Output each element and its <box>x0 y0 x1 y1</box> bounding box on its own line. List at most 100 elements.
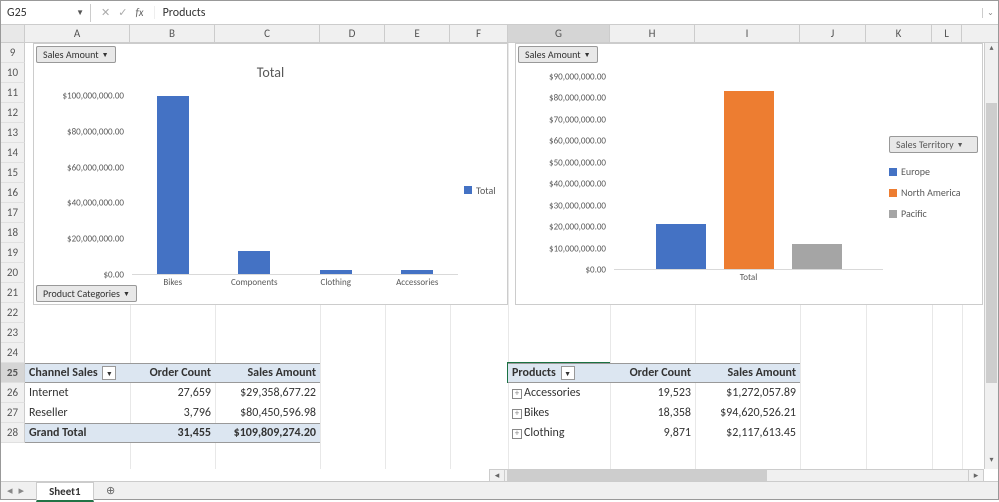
row-header-14[interactable]: 14 <box>1 143 25 163</box>
expand-icon[interactable]: + <box>512 389 522 399</box>
pivot-chart-2[interactable]: Sales Amount▼ $0.00$10,000,000.00$20,000… <box>515 43 983 305</box>
row-header-12[interactable]: 12 <box>1 103 25 123</box>
fx-icon[interactable]: fx <box>135 6 143 19</box>
table-cell[interactable]: $29,358,677.22 <box>215 386 320 400</box>
column-header-L[interactable]: L <box>932 25 962 42</box>
column-header-D[interactable]: D <box>320 25 385 42</box>
formula-input[interactable]: Products <box>155 4 982 22</box>
worksheet-grid[interactable]: 910111213141516171819202122232425262728 … <box>1 43 984 469</box>
table-cell[interactable]: +Clothing <box>508 426 610 440</box>
table-cell[interactable]: 9,871 <box>610 426 695 440</box>
table-cell[interactable]: 19,523 <box>610 386 695 400</box>
table-total-cell[interactable]: $109,809,274.20 <box>215 426 320 440</box>
table-cell[interactable]: +Accessories <box>508 386 610 400</box>
chevron-down-icon[interactable]: ▼ <box>76 8 84 18</box>
row-header-17[interactable]: 17 <box>1 203 25 223</box>
row-header-11[interactable]: 11 <box>1 83 25 103</box>
chart2-y-axis: $0.00$10,000,000.00$20,000,000.00$30,000… <box>520 66 610 270</box>
formula-bar-expand-icon[interactable]: ⌄ <box>982 8 998 18</box>
table-cell[interactable]: +Bikes <box>508 406 610 420</box>
new-sheet-button[interactable]: ⊕ <box>102 482 120 500</box>
row-header-28[interactable]: 28 <box>1 423 25 443</box>
table-header[interactable]: Sales Amount <box>215 366 320 380</box>
pivot-table-channel-sales[interactable]: Channel Sales ▼Order CountSales Amount In… <box>25 363 320 443</box>
select-all-corner[interactable] <box>1 25 25 42</box>
cells-area: Sales Amount▼ Total $0.00$20,000,000.00$… <box>25 43 984 469</box>
table-cell[interactable]: 18,358 <box>610 406 695 420</box>
name-box[interactable]: G25 ▼ <box>1 4 91 22</box>
table-cell[interactable]: 3,796 <box>130 406 215 420</box>
bar <box>401 270 433 274</box>
column-header-F[interactable]: F <box>450 25 508 42</box>
pivot-chart-1[interactable]: Sales Amount▼ Total $0.00$20,000,000.00$… <box>33 43 508 305</box>
column-header-B[interactable]: B <box>130 25 215 42</box>
column-header-C[interactable]: C <box>215 25 320 42</box>
column-header-J[interactable]: J <box>800 25 866 42</box>
expand-icon[interactable]: + <box>512 409 522 419</box>
table-header[interactable]: Channel Sales ▼ <box>25 366 130 381</box>
table-header[interactable]: Order Count <box>610 366 695 380</box>
scroll-up-icon[interactable]: ▴ <box>985 43 998 57</box>
bar <box>656 224 706 269</box>
column-header-K[interactable]: K <box>866 25 932 42</box>
row-header-10[interactable]: 10 <box>1 63 25 83</box>
column-header-H[interactable]: H <box>610 25 695 42</box>
chart1-title: Total <box>38 64 503 81</box>
table-header[interactable]: Sales Amount <box>695 366 800 380</box>
vertical-scrollbar[interactable]: ▴ ▾ <box>984 43 998 469</box>
column-header-A[interactable]: A <box>25 25 130 42</box>
table-cell[interactable]: $80,450,596.98 <box>215 406 320 420</box>
filter-dropdown-icon[interactable]: ▼ <box>102 366 116 380</box>
filter-dropdown-icon[interactable]: ▼ <box>561 366 575 380</box>
chart2-plot: $0.00$10,000,000.00$20,000,000.00$30,000… <box>520 66 883 290</box>
chart2-sales-amount-button[interactable]: Sales Amount▼ <box>518 46 598 63</box>
row-header-13[interactable]: 13 <box>1 123 25 143</box>
column-header-I[interactable]: I <box>695 25 800 42</box>
row-header-21[interactable]: 21 <box>1 283 25 303</box>
row-header-22[interactable]: 22 <box>1 303 25 323</box>
row-header-27[interactable]: 27 <box>1 403 25 423</box>
row-header-24[interactable]: 24 <box>1 343 25 363</box>
table-header[interactable]: Products ▼ <box>508 366 610 381</box>
scroll-down-icon[interactable]: ▾ <box>985 455 998 469</box>
prev-sheet-icon[interactable]: ◂ <box>7 484 13 497</box>
accept-icon[interactable]: ✓ <box>118 6 127 19</box>
table-cell[interactable]: $2,117,613.45 <box>695 426 800 440</box>
row-header-16[interactable]: 16 <box>1 183 25 203</box>
row-header-25[interactable]: 25 <box>1 363 25 383</box>
row-header-20[interactable]: 20 <box>1 263 25 283</box>
scroll-thumb[interactable] <box>986 103 997 383</box>
table-cell[interactable]: Reseller <box>25 406 130 420</box>
table-cell[interactable]: $94,620,526.21 <box>695 406 800 420</box>
row-header-26[interactable]: 26 <box>1 383 25 403</box>
row-header-23[interactable]: 23 <box>1 323 25 343</box>
pivot-table-products[interactable]: Products ▼Order CountSales Amount +Access… <box>508 363 800 443</box>
table-total-cell[interactable]: 31,455 <box>130 426 215 440</box>
chart1-x-axis: BikesComponentsClothingAccessories <box>132 277 458 295</box>
chart1-plot: $0.00$20,000,000.00$40,000,000.00$60,000… <box>38 85 458 295</box>
chart1-sales-amount-button[interactable]: Sales Amount▼ <box>36 46 116 63</box>
next-sheet-icon[interactable]: ▸ <box>19 484 25 497</box>
row-header-9[interactable]: 9 <box>1 43 25 63</box>
column-header-G[interactable]: G <box>508 25 610 42</box>
expand-icon[interactable]: + <box>512 429 522 439</box>
row-header-15[interactable]: 15 <box>1 163 25 183</box>
table-cell[interactable]: 27,659 <box>130 386 215 400</box>
chart2-sales-territory-button[interactable]: Sales Territory▼ <box>889 136 978 153</box>
table-cell[interactable]: Internet <box>25 386 130 400</box>
row-header-19[interactable]: 19 <box>1 243 25 263</box>
legend-swatch <box>464 186 472 194</box>
legend-swatch <box>889 168 897 176</box>
table-header[interactable]: Order Count <box>130 366 215 380</box>
cancel-icon[interactable]: ✕ <box>101 6 110 19</box>
table-cell[interactable]: $1,272,057.89 <box>695 386 800 400</box>
table-total-cell[interactable]: Grand Total <box>25 426 130 440</box>
column-header-E[interactable]: E <box>385 25 450 42</box>
chart1-product-categories-button[interactable]: Product Categories▼ <box>36 285 137 302</box>
tab-sheet1[interactable]: Sheet1 <box>36 482 94 502</box>
tab-nav-arrows[interactable]: ◂▸ <box>7 484 34 497</box>
row-header-18[interactable]: 18 <box>1 223 25 243</box>
bar <box>157 96 189 274</box>
legend-swatch <box>889 210 897 218</box>
column-headers: ABCDEFGHIJKL <box>1 25 998 43</box>
